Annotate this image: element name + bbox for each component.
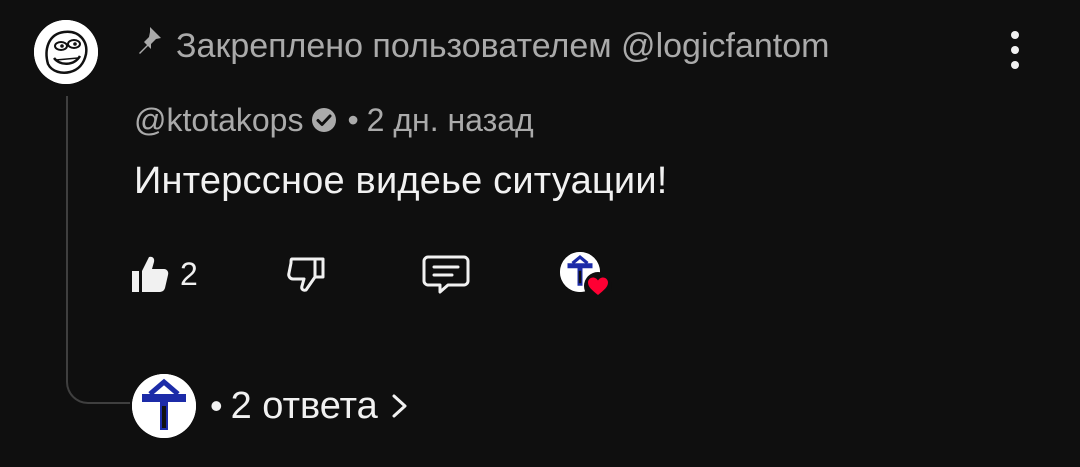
dislike-button[interactable] <box>284 246 328 302</box>
replies-separator: • <box>210 385 223 426</box>
comment-author[interactable]: @ktotakops <box>134 102 303 139</box>
comment-meta: @ktotakops • 2 дн. назад <box>134 96 534 144</box>
like-count: 2 <box>180 255 198 292</box>
view-replies-button[interactable]: • 2 ответа <box>132 374 412 438</box>
creator-heart-icon <box>584 272 612 300</box>
creator-avatar-icon <box>132 374 196 438</box>
more-vert-icon <box>1011 31 1019 39</box>
more-options-button[interactable] <box>998 26 1032 74</box>
comment-text: Интерссное видеье ситуации! <box>134 160 668 202</box>
pinned-text: Закреплено пользователем @logicfantom <box>176 26 830 65</box>
reply-author-avatar <box>132 374 196 438</box>
chevron-right-icon <box>388 390 412 422</box>
thumb-down-icon <box>287 257 325 292</box>
meta-separator: • <box>347 101 359 138</box>
commenter-avatar[interactable] <box>34 20 98 84</box>
reply-thread-connector <box>66 96 130 404</box>
like-button[interactable]: 2 <box>128 246 198 302</box>
creator-heart-badge <box>556 246 612 302</box>
replies-count-label: 2 ответа <box>230 384 378 427</box>
reply-comment-icon <box>422 255 470 294</box>
comment-timestamp[interactable]: 2 дн. назад <box>367 102 534 139</box>
verified-check-icon <box>309 105 339 135</box>
comment-action-bar: 2 <box>128 246 648 302</box>
thumb-up-icon <box>132 256 169 292</box>
pin-icon <box>134 24 164 54</box>
reply-button[interactable] <box>420 246 472 302</box>
troll-face-avatar-icon <box>34 20 98 84</box>
pinned-label: Закреплено пользователем @logicfantom <box>134 20 829 72</box>
